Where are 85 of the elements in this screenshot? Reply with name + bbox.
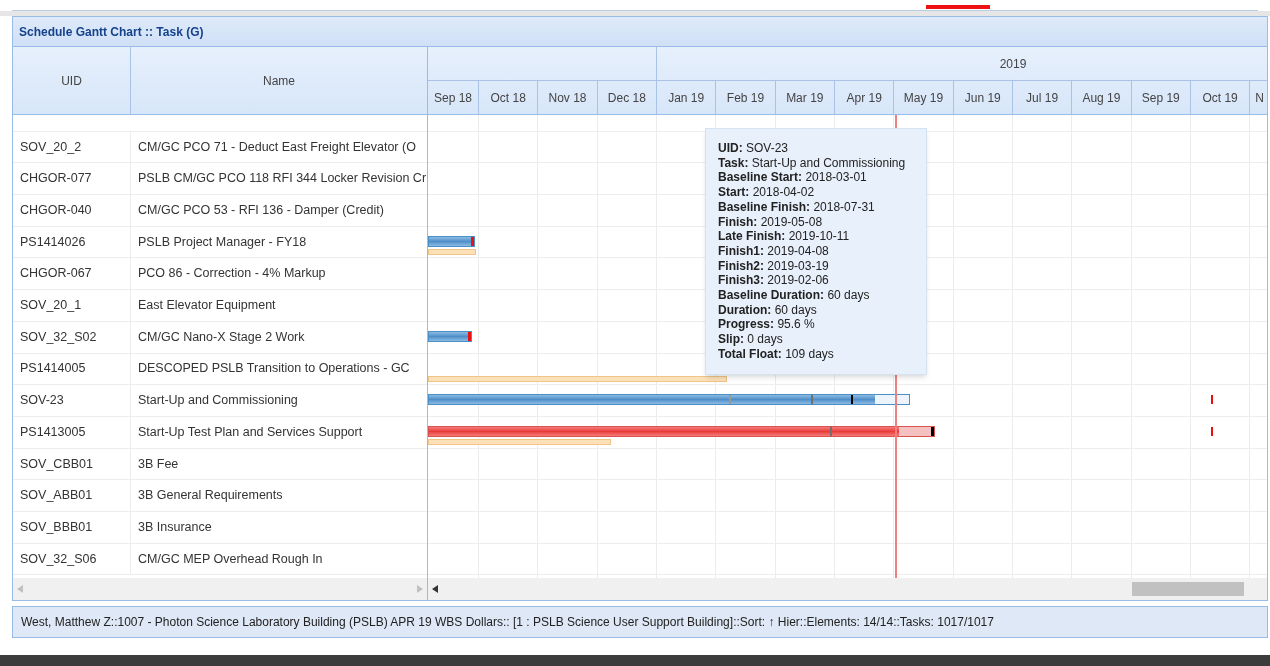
tooltip-line: Finish2: 2019-03-19 [718,258,830,274]
table-row[interactable]: SOV_CBB01 3B Fee [13,448,427,481]
table-cell: PS1414026 [13,226,131,258]
month-header: Nov 18 [538,81,598,114]
month-header: Oct 19 [1190,81,1251,114]
table-cell-text: PSLB CM/GC PCO 118 RFI 344 Locker Revision Cr [137,170,427,188]
month-header: Jan 19 [657,81,717,114]
tooltip-line: Baseline Finish: 2018-07-31 [718,199,876,215]
month-header: Sep 19 [1131,81,1191,114]
tooltip-line: Late Finish: 2019-10-11 [718,229,851,244]
table-cell-text: CM/GC Nano-X Stage 2 Work [137,328,306,346]
table-row[interactable]: PS1414005 DESCOPED PSLB Transition to Operations - GC [13,353,427,386]
horizontal-scrollbar[interactable] [428,578,1267,600]
tooltip-line: Baseline Duration: 60 days [718,288,871,303]
table-cell: SOV_CBB01 [13,448,131,480]
scroll-right-icon[interactable] [417,585,423,593]
table-row[interactable]: SOV_BBB01 3B Insurance [13,511,427,544]
month-header: Dec 18 [597,81,657,114]
column-header[interactable]: UID [13,47,131,114]
table-cell: SOV_20_2 [13,131,131,163]
month-header: Oct 18 [479,81,539,114]
tooltip-line: Finish1: 2019-04-08 [718,243,830,259]
table-cell: SOV-23 [13,385,131,416]
tooltip-line: Finish: 2019-05-08 [718,214,824,230]
month-header: May 19 [894,81,954,114]
late-finish-marker [1211,426,1213,436]
month-header: Aug 19 [1072,81,1132,114]
table-row[interactable]: CHGOR-067 PCO 86 - Correction - 4% Markup [13,258,427,291]
table-cell: PS1414005 [13,353,131,385]
table-row[interactable]: CHGOR-077 PSLB CM/GC PCO 118 RFI 344 Locker Revision Cr [13,163,427,196]
table-cell-text: CM/GC MEP Overhead Rough In [137,550,324,568]
table-row[interactable]: SOV_20_2 CM/GC PCO 71 - Deduct East Freight Elevator (O [13,131,427,164]
table-cell: CHGOR-040 [13,195,131,226]
table-cell-text: DESCOPED PSLB Transition to Operations - GC [137,360,411,378]
tooltip-line: Total Float: 109 days [718,346,835,362]
table-cell-text: CM/GC PCO 53 - RFI 136 - Damper (Credit) [137,202,385,220]
table-cell: SOV_BBB01 [13,511,131,543]
scrollbar-thumb[interactable] [1132,582,1244,596]
tooltip-line: Duration: 60 days [718,302,818,318]
late-finish-marker [1211,395,1213,405]
month-header: Jun 19 [953,81,1013,114]
table-cell: SOV_20_1 [13,290,131,321]
tooltip-line: Baseline Start: 2018-03-01 [718,170,868,186]
year-header: 2019 [998,55,1028,73]
table-row[interactable]: SOV_20_1 East Elevator Equipment [13,290,427,322]
tab-indicator [926,5,990,9]
table-cell-text: 3B General Requirements [137,487,284,505]
horizontal-scrollbar[interactable] [13,578,427,600]
table-cell-text: 3B Insurance [137,518,213,536]
table-cell-text: CM/GC PCO 71 - Deduct East Freight Elevator (O [137,138,417,156]
month-header: Apr 19 [834,81,895,114]
table-row[interactable]: CHGOR-040 CM/GC PCO 53 - RFI 136 - Damper (Credit) [13,195,427,227]
tooltip-line: Slip: 0 days [718,332,784,347]
table-cell: SOV_32_S02 [13,321,131,353]
tooltip-line: Progress: 95.6 % [718,317,816,333]
table-cell: CHGOR-067 [13,258,131,290]
table-cell: SOV_32_S06 [13,543,131,575]
table-cell-text: East Elevator Equipment [137,297,277,315]
table-cell-text: 3B Fee [137,455,180,473]
tooltip-line: Task: Start-Up and Commissioning [718,155,907,171]
table-cell-text: Start-Up Test Plan and Services Support [137,423,364,441]
table-row[interactable]: SOV_ABB01 3B General Requirements [13,480,427,512]
table-row[interactable]: SOV-23 Start-Up and Commissioning [13,385,427,417]
table-cell: SOV_ABB01 [13,480,131,511]
table-row[interactable]: SOV_32_S06 CM/GC MEP Overhead Rough In [13,543,427,576]
month-header: Mar 19 [775,81,835,114]
tooltip-line: Start: 2018-04-02 [718,185,816,200]
table-cell-text: PCO 86 - Correction - 4% Markup [137,265,327,283]
scroll-left-icon[interactable] [432,585,438,593]
table-cell: PS1413005 [13,416,131,448]
status-bar: West, Matthew Z::1007 - Photon Science Laboratory Building (PSLB) APR 19 WBS Dollars:: [1 : PSLB Science User Support Building]::Sort: ↑ Hier::Elements: 14/14::Tasks: 1017/1017 [12,606,1268,638]
table-cell: CHGOR-077 [13,163,131,195]
tooltip-line: Finish3: 2019-02-06 [718,273,830,289]
table-row[interactable]: PS1413005 Start-Up Test Plan and Services Support [13,416,427,449]
table-row[interactable]: SOV_32_S02 CM/GC Nano-X Stage 2 Work [13,321,427,354]
column-header[interactable]: Name [131,47,427,114]
table-row[interactable]: PS1414026 PSLB Project Manager - FY18 [13,226,427,259]
tooltip-line: UID: SOV-23 [718,141,790,156]
month-header: Jul 19 [1012,81,1073,114]
table-cell-text: Start-Up and Commissioning [137,392,299,410]
month-header: N [1250,81,1267,114]
table-cell-text: PSLB Project Manager - FY18 [137,233,308,251]
month-header: Feb 19 [716,81,776,114]
month-header: Sep 18 [428,81,479,114]
panel-title: Schedule Gantt Chart :: Task (G) [13,17,1267,47]
